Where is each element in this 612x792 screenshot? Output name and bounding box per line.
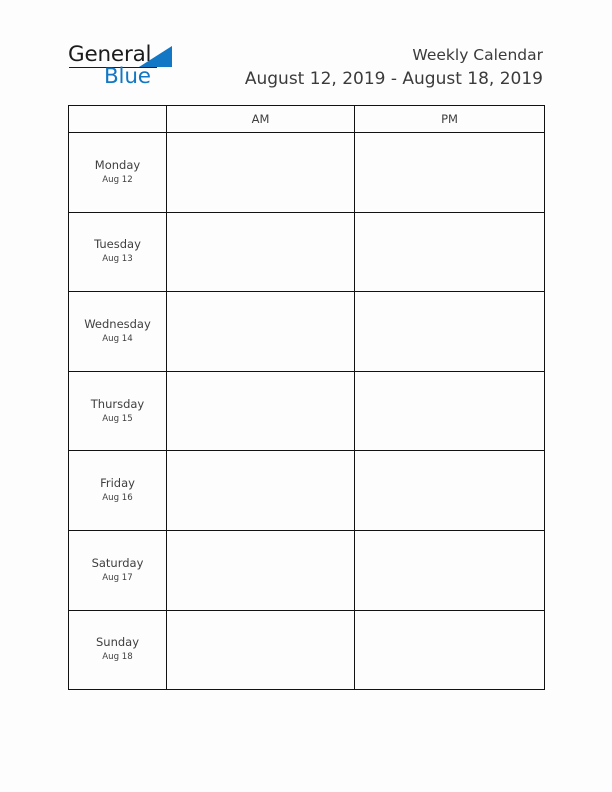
slot-cell-monday-pm[interactable] [354,132,545,213]
slot-cell-saturday-pm[interactable] [354,529,545,611]
header-cell-am: AM [166,105,355,133]
table-row: Thursday Aug 15 [68,370,545,452]
slot-cell-sunday-am[interactable] [166,609,355,691]
day-date: Aug 15 [102,413,133,424]
table-row: Sunday Aug 18 [68,609,545,691]
slot-cell-tuesday-am[interactable] [166,211,355,293]
general-blue-logo: General Blue [68,44,198,90]
table-row: Tuesday Aug 13 [68,211,545,293]
header-cell-day [68,105,167,133]
day-date: Aug 18 [102,652,133,663]
date-range: August 12, 2019 - August 18, 2019 [244,69,543,89]
table-row: Friday Aug 16 [68,450,545,531]
page-title: Weekly Calendar [412,46,543,64]
table-header-row: AM PM [68,105,545,133]
day-cell-friday: Friday Aug 16 [68,450,167,531]
slot-cell-saturday-am[interactable] [166,529,355,611]
day-cell-sunday: Sunday Aug 18 [68,609,167,691]
slot-cell-monday-am[interactable] [166,132,355,213]
day-name: Tuesday [94,237,141,252]
day-date: Aug 13 [102,254,133,265]
table-row: Saturday Aug 17 [68,529,545,611]
day-name: Thursday [90,396,145,411]
slot-cell-wednesday-pm[interactable] [354,291,545,372]
slot-cell-friday-am[interactable] [166,450,355,531]
day-name: Saturday [91,555,144,570]
slot-cell-friday-pm[interactable] [354,450,545,531]
slot-cell-wednesday-am[interactable] [166,291,355,372]
slot-cell-tuesday-pm[interactable] [354,211,545,293]
day-date: Aug 16 [102,493,133,504]
day-name: Friday [100,476,135,491]
table-row: Wednesday Aug 14 [68,291,545,372]
header-cell-pm: PM [354,105,545,133]
logo-text-blue: Blue [104,64,151,89]
day-name: Sunday [95,635,140,650]
day-cell-monday: Monday Aug 12 [68,132,167,213]
weekly-calendar-table: AM PM Monday Aug 12 Tuesday Aug 13 Wedne… [68,105,545,691]
calendar-page: General Blue Weekly Calendar August 12, … [0,0,612,792]
day-date: Aug 12 [102,174,133,185]
day-cell-wednesday: Wednesday Aug 14 [68,291,167,372]
day-cell-saturday: Saturday Aug 17 [68,529,167,611]
day-name: Wednesday [84,316,151,331]
table-header: AM PM [68,105,545,133]
slot-cell-thursday-pm[interactable] [354,370,545,452]
slot-cell-thursday-am[interactable] [166,370,355,452]
day-cell-thursday: Thursday Aug 15 [68,370,167,452]
day-cell-tuesday: Tuesday Aug 13 [68,211,167,293]
day-date: Aug 17 [102,572,133,583]
day-name: Monday [94,157,141,172]
day-date: Aug 14 [102,333,133,344]
table-body: Monday Aug 12 Tuesday Aug 13 Wednesday A… [68,132,545,691]
slot-cell-sunday-pm[interactable] [354,609,545,691]
title-block: Weekly Calendar August 12, 2019 - August… [245,46,543,90]
table-row: Monday Aug 12 [68,132,545,213]
page-header: General Blue Weekly Calendar August 12, … [0,0,612,104]
